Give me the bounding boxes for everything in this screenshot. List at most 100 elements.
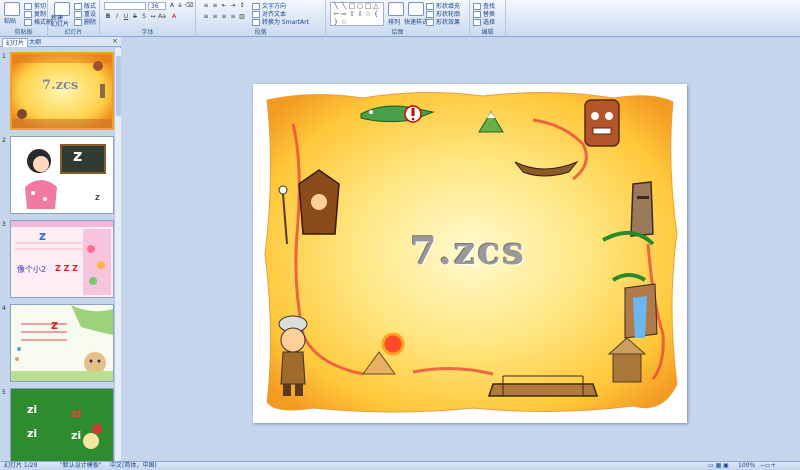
delete-icon <box>74 19 82 26</box>
line-spacing-icon[interactable]: ↕ <box>238 2 246 10</box>
pane-tabs: 幻灯片 大纲 × <box>0 37 121 47</box>
slides-pane: 幻灯片 大纲 × 1 7.zcs 2 z z 3 z 像个小2 Z Z Z 4 … <box>0 37 121 466</box>
ribbon: 粘贴 剪切 复制 格式刷 剪贴板 新建 幻灯片 版式 重设 删除 幻灯片 36 … <box>0 0 800 37</box>
line-shape-icon[interactable]: ⌐ <box>332 11 340 18</box>
bold-icon[interactable]: B <box>104 13 112 21</box>
paste-button[interactable]: 粘贴 <box>4 16 16 25</box>
slide-thumbnail-1[interactable]: 7.zcs <box>10 52 114 130</box>
char-spacing-icon[interactable]: ↔ <box>149 13 157 21</box>
cursor-icon <box>473 19 481 26</box>
font-size-combo[interactable]: 36 <box>148 2 166 10</box>
thumb-4-art <box>11 305 113 381</box>
strikethrough-icon[interactable]: S <box>131 13 139 21</box>
slide-thumbnail-4[interactable]: z <box>10 304 114 382</box>
arrow-shape-icon[interactable]: ⇩ <box>356 11 364 18</box>
editing-group: 查找 替换 选择 编辑 <box>470 0 506 37</box>
triangle-shape-icon[interactable]: △ <box>372 3 380 10</box>
arrow-shape-icon[interactable]: ⇨ <box>340 11 348 18</box>
shadow-icon[interactable]: S <box>140 13 148 21</box>
slide-canvas[interactable]: 7.zcs <box>253 84 687 423</box>
oval-shape-icon[interactable]: ○ <box>356 3 364 10</box>
thumb-5-line: zi <box>71 407 82 420</box>
arrange-button[interactable]: 排列 <box>388 17 400 26</box>
slide-thumbnail-2[interactable]: z z <box>10 136 114 214</box>
view-buttons[interactable]: ▭ ▦ ▣ <box>708 462 729 470</box>
status-bar: 幻灯片 1/29 "默认设计模板" 中文(简体，中国) ▭ ▦ ▣ 100% −… <box>0 461 800 470</box>
paragraph-group-label: 段落 <box>254 29 267 36</box>
decrease-indent-icon[interactable]: ⇤ <box>220 2 228 10</box>
grow-font-icon[interactable]: A <box>168 2 176 10</box>
star-shape-icon[interactable]: ☆ <box>340 19 348 26</box>
smartart-button[interactable]: 转换为 SmartArt <box>252 17 309 26</box>
slide-counter: 幻灯片 1/29 <box>4 462 38 469</box>
effects-icon <box>426 19 434 26</box>
thumb-3-zzz: Z Z Z <box>55 264 78 273</box>
slide-thumbnail-3[interactable]: z 像个小2 Z Z Z <box>10 220 114 298</box>
font-name-combo[interactable] <box>104 2 146 10</box>
columns-icon[interactable]: ▥ <box>238 13 246 21</box>
brush-icon <box>24 19 32 26</box>
bullets-icon[interactable]: ≡ <box>202 2 210 10</box>
arrange-icon[interactable] <box>388 2 404 16</box>
slides-group: 新建 幻灯片 版式 重设 删除 幻灯片 <box>48 0 100 37</box>
select-button[interactable]: 选择 <box>473 17 495 26</box>
align-left-icon[interactable]: ≡ <box>202 13 210 21</box>
rectangle-shape-icon[interactable]: □ <box>348 3 356 10</box>
thumb-number: 1 <box>2 53 6 60</box>
rectangle-shape-icon[interactable]: □ <box>364 3 372 10</box>
thumb-3-letter: z <box>39 229 46 243</box>
smartart-icon <box>252 19 260 26</box>
thumb-number: 3 <box>2 221 6 228</box>
drawing-group-label: 绘图 <box>391 29 404 36</box>
font-color-icon[interactable]: A <box>170 13 178 21</box>
pane-scrollbar[interactable] <box>114 48 121 461</box>
clipboard-group: 粘贴 剪切 复制 格式刷 剪贴板 <box>0 0 52 37</box>
editing-group-label: 编辑 <box>481 29 494 36</box>
brace-shape-icon[interactable]: { <box>372 11 380 18</box>
numbering-icon[interactable]: ≡ <box>211 2 219 10</box>
paste-icon[interactable] <box>4 2 20 16</box>
italic-icon[interactable]: I <box>113 13 121 21</box>
star-shape-icon[interactable]: ☆ <box>364 11 372 18</box>
zoom-level[interactable]: 100% <box>738 462 755 470</box>
font-group-label: 字体 <box>141 29 154 36</box>
increase-indent-icon[interactable]: ⇥ <box>229 2 237 10</box>
clipboard-group-label: 剪贴板 <box>14 29 33 36</box>
thumb-number: 4 <box>2 305 6 312</box>
underline-icon[interactable]: U <box>122 13 130 21</box>
language-status[interactable]: 中文(简体，中国) <box>110 462 157 470</box>
brace-shape-icon[interactable]: } <box>332 19 340 26</box>
exclamation-icon <box>404 105 422 123</box>
tab-slides[interactable]: 幻灯片 <box>2 38 29 47</box>
delete-slide-button[interactable]: 删除 <box>74 17 96 26</box>
justify-icon[interactable]: ≡ <box>229 13 237 21</box>
quick-styles-icon[interactable] <box>408 2 424 16</box>
thumb-3-art <box>11 221 113 297</box>
explorer-icon <box>278 315 308 396</box>
change-case-icon[interactable]: Aa <box>158 13 166 21</box>
thumb-4-letter: z <box>51 318 58 332</box>
arrow-shape-icon[interactable]: ⇧ <box>348 11 356 18</box>
line-shape-icon[interactable]: ╲ <box>340 3 348 10</box>
shape-effects-button[interactable]: 形状效果 <box>426 17 460 26</box>
scrollbar-thumb[interactable] <box>116 56 121 116</box>
slide-title[interactable]: 7.zcs <box>393 228 543 273</box>
zoom-slider[interactable]: −▭+ <box>760 462 776 470</box>
thumb-1-title: 7.zcs <box>42 78 79 93</box>
align-center-icon[interactable]: ≡ <box>211 13 219 21</box>
thumb-5-line: zi <box>71 429 82 442</box>
new-slide-icon[interactable] <box>54 2 70 16</box>
quick-styles-button[interactable]: 快速样式 <box>404 17 428 26</box>
tab-outline[interactable]: 大纲 <box>26 38 44 47</box>
line-shape-icon[interactable]: ╲ <box>332 3 340 10</box>
thumb-number: 2 <box>2 137 6 144</box>
slide-thumbnail-5[interactable]: zi zi zi zi <box>10 388 114 466</box>
align-right-icon[interactable]: ≡ <box>220 13 228 21</box>
close-icon[interactable]: × <box>112 37 118 45</box>
shrink-font-icon[interactable]: a <box>176 2 184 10</box>
clear-format-icon[interactable]: ⌫ <box>185 2 193 10</box>
tiki-mask-icon <box>584 99 620 147</box>
thumb-2-small: z <box>95 193 100 203</box>
thumb-2-letter: z <box>73 146 83 165</box>
shapes-gallery[interactable]: ╲ ╲ □ ○ □ △ ⌐ ⇨ ⇧ ⇩ ☆ { } ☆ <box>330 2 384 26</box>
